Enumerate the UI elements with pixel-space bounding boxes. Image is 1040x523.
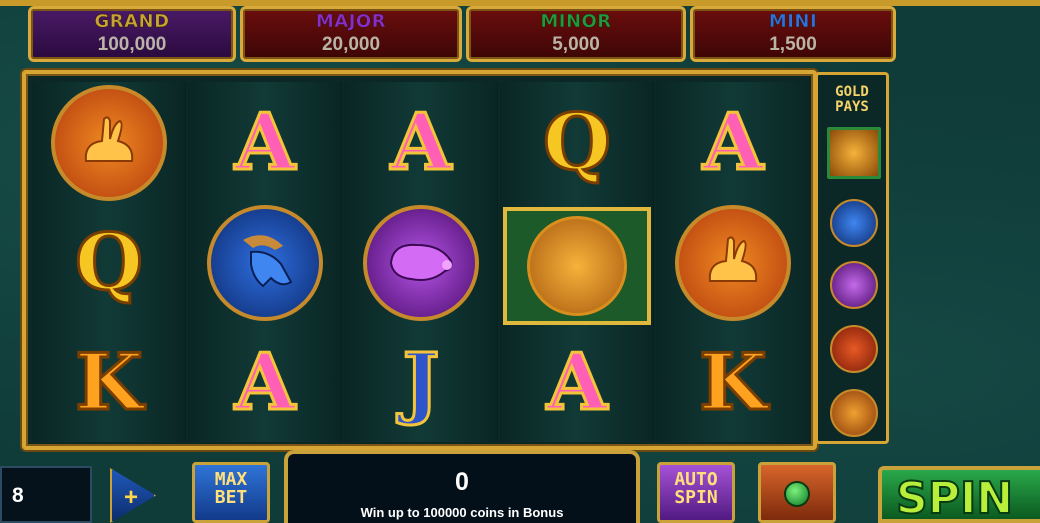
fast-spin-button[interactable] — [758, 462, 836, 523]
reel-5: A K — [656, 82, 810, 442]
jackpot-minor-label: MINOR — [540, 11, 612, 33]
symbol-q: Q — [44, 208, 174, 318]
reel-1: Q K — [32, 82, 186, 442]
jackpot-minor: MINOR 5,000 — [466, 6, 686, 62]
jackpot-grand: GRAND 100,000 — [28, 6, 236, 62]
gold-pays-title-line2: PAYS — [835, 99, 869, 115]
tiger-frame — [503, 207, 651, 325]
gold-pays-title-line1: GOLD — [835, 84, 869, 100]
letter-a: A — [545, 337, 609, 428]
reel-4: Q A — [500, 82, 654, 442]
rooster-icon — [830, 325, 878, 373]
letter-k: K — [74, 337, 145, 428]
goat-icon — [830, 199, 878, 247]
jackpot-major-value: 20,000 — [321, 34, 381, 55]
bonus-message: Win up to 100000 coins in Bonus — [360, 505, 564, 520]
letter-q: Q — [542, 97, 613, 188]
reel-3: A J — [344, 82, 498, 442]
spin-button[interactable]: SPIN — [878, 466, 1040, 523]
gold-pays-panel: GOLD PAYS — [815, 72, 889, 444]
letter-a: A — [233, 97, 297, 188]
gem-icon — [784, 481, 810, 507]
symbol-j: J — [356, 328, 486, 438]
jackpot-minor-value: 5,000 — [552, 34, 600, 55]
pig-icon — [363, 205, 479, 321]
bet-value: 8 — [12, 484, 24, 507]
symbol-pig — [356, 205, 486, 321]
symbol-a: A — [668, 88, 798, 198]
jackpot-grand-value: 100,000 — [97, 34, 167, 55]
win-value: 0 — [455, 468, 469, 496]
tiger-icon — [827, 127, 881, 179]
jackpot-major-label: MAJOR — [315, 11, 387, 33]
symbol-k: K — [44, 328, 174, 438]
max-bet-button[interactable]: MAX BET — [192, 462, 270, 523]
symbol-goat — [200, 205, 330, 321]
reel-frame: Q K A A A J Q A A K — [22, 70, 817, 450]
bet-increase-button[interactable]: + — [110, 468, 156, 523]
auto-spin-line2: SPIN — [674, 487, 718, 508]
jackpot-mini-value: 1,500 — [769, 34, 817, 55]
goat-icon — [207, 205, 323, 321]
symbol-a: A — [356, 88, 486, 198]
reel-2: A A — [188, 82, 342, 442]
rabbit-icon — [675, 205, 791, 321]
letter-k: K — [698, 337, 769, 428]
jackpot-major: MAJOR 20,000 — [240, 6, 462, 62]
win-panel: 0 Win up to 100000 coins in Bonus — [284, 450, 640, 523]
rabbit-icon — [51, 85, 167, 201]
jackpot-grand-label: GRAND — [94, 11, 170, 33]
jackpot-mini-label: MINI — [768, 11, 818, 33]
symbol-k: K — [668, 328, 798, 438]
symbol-rabbit — [44, 85, 174, 201]
letter-a: A — [233, 337, 297, 428]
symbol-rabbit — [668, 205, 798, 321]
symbol-a: A — [512, 328, 642, 438]
tiger-icon — [527, 216, 627, 316]
symbol-a: A — [200, 328, 330, 438]
pig-icon — [830, 261, 878, 309]
gold-pays-title: GOLD PAYS — [818, 85, 886, 115]
letter-a: A — [389, 97, 453, 188]
symbol-a: A — [200, 88, 330, 198]
plus-icon: + — [124, 484, 139, 511]
letter-q: Q — [74, 217, 145, 308]
letter-a: A — [701, 97, 765, 188]
symbol-tiger — [502, 206, 652, 326]
auto-spin-button[interactable]: AUTO SPIN — [657, 462, 735, 523]
letter-j: J — [401, 337, 441, 428]
bet-display: 8 — [0, 466, 92, 523]
max-bet-line2: BET — [214, 487, 248, 508]
jackpot-mini: MINI 1,500 — [690, 6, 896, 62]
symbol-q: Q — [512, 88, 642, 198]
rabbit-icon — [830, 389, 878, 437]
